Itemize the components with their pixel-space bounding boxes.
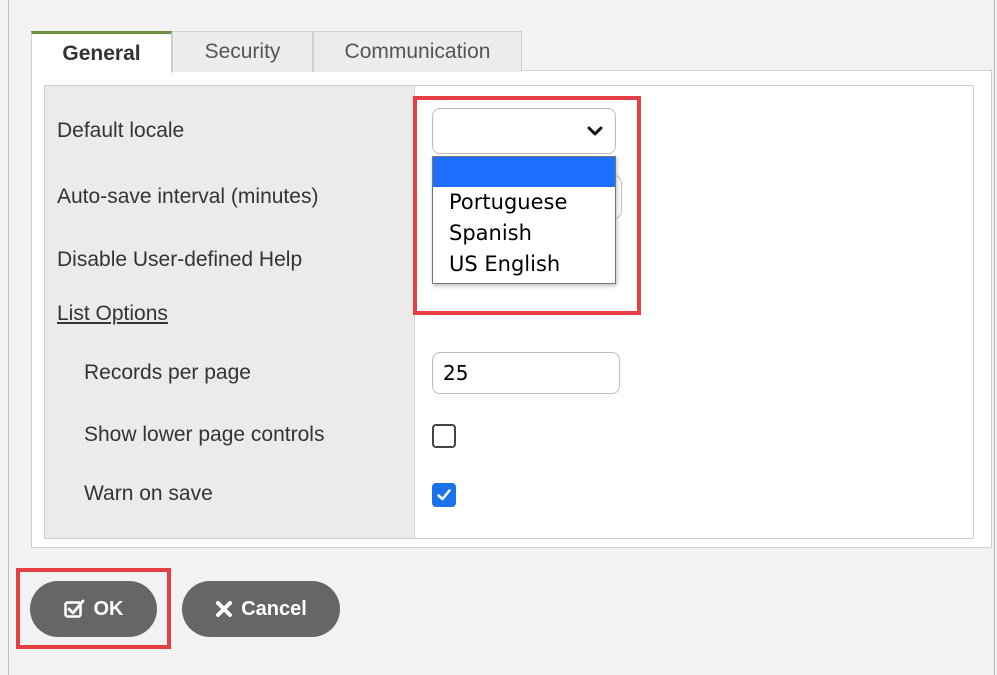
tab-communication-label: Communication — [344, 40, 491, 63]
ok-button[interactable]: OK — [30, 581, 157, 637]
locale-option-blank[interactable] — [433, 157, 615, 187]
chevron-down-icon — [585, 121, 605, 141]
locale-option-portuguese[interactable]: Portuguese — [433, 187, 615, 218]
check-square-icon — [63, 599, 86, 619]
ok-button-label: OK — [93, 597, 124, 620]
tab-security[interactable]: Security — [172, 31, 313, 72]
show-lower-controls-checkbox[interactable] — [432, 424, 456, 448]
tab-general[interactable]: General — [31, 31, 172, 73]
show-lower-controls-label: Show lower page controls — [84, 423, 325, 446]
disable-help-label: Disable User-defined Help — [57, 248, 303, 271]
checkmark-icon — [437, 489, 451, 501]
tab-communication[interactable]: Communication — [313, 31, 522, 72]
x-icon — [215, 600, 233, 618]
warn-on-save-label: Warn on save — [84, 482, 213, 505]
cancel-button[interactable]: Cancel — [182, 581, 340, 637]
locale-dropdown-list: Portuguese Spanish US English — [432, 156, 616, 284]
records-per-page-label: Records per page — [84, 361, 251, 384]
default-locale-label: Default locale — [57, 119, 185, 142]
cancel-button-label: Cancel — [241, 597, 307, 620]
tab-security-label: Security — [204, 40, 281, 63]
warn-on-save-checkbox[interactable] — [432, 483, 456, 507]
locale-option-spanish[interactable]: Spanish — [433, 218, 615, 249]
window-border-right — [994, 0, 995, 675]
tab-general-label: General — [62, 41, 141, 65]
window-border-left — [8, 0, 9, 675]
list-options-heading: List Options — [57, 302, 168, 325]
auto-save-interval-label: Auto-save interval (minutes) — [57, 185, 319, 208]
records-per-page-input[interactable]: 25 — [432, 352, 620, 394]
locale-option-us-english[interactable]: US English — [433, 249, 615, 280]
default-locale-select[interactable] — [432, 108, 616, 154]
